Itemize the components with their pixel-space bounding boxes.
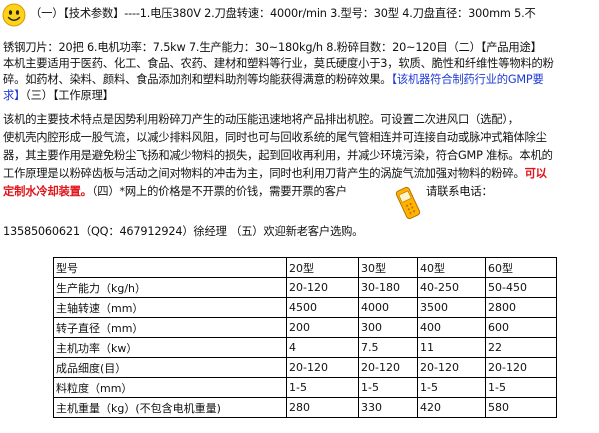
table-cell: 20-120 (485, 357, 557, 378)
custom-cooling-note-end: 定制水冷却装置。 (3, 185, 92, 198)
table-cell: 600 (485, 317, 557, 338)
table-cell: 30-180 (358, 277, 418, 298)
table-row: 料粒度（mm） 1-5 1-5 1-5 1-5 (53, 377, 557, 398)
table-row: 主机功率（kw） 4 7.5 11 22 (53, 337, 557, 358)
table-cell: 1-5 (485, 377, 557, 398)
table-cell: 400 (417, 317, 486, 338)
table-cell: 1-5 (417, 377, 486, 398)
principle-heading: （三）【工作原理】 (25, 89, 114, 102)
table-cell: 50-450 (485, 277, 557, 298)
gmp-note-end: 求】 (3, 89, 26, 102)
table-cell: 280 (286, 397, 359, 418)
table-cell: 生产能力（kg/h） (53, 277, 287, 298)
table-cell: 4000 (358, 297, 418, 318)
table-cell: 料粒度（mm） (53, 377, 287, 398)
table-cell: 580 (485, 397, 557, 418)
principle-line-3: 器，其主要作用是避免粉尘飞扬和减少物料的损失，起到回收再利用，并减少环境污染，符… (3, 149, 553, 162)
price-note: （四）*网上的价格是不开票的价钱，需要开票的客户 (91, 185, 347, 198)
price-note-line: 定制水冷却装置。（四）*网上的价格是不开票的价钱，需要开票的客户 (3, 184, 347, 200)
table-cell: 20-120 (286, 277, 359, 298)
table-cell: 1-5 (286, 377, 359, 398)
table-cell: 1-5 (358, 377, 418, 398)
table-cell: 7.5 (358, 337, 418, 358)
table-row: 主轴转速（mm） 4500 4000 3500 2800 (53, 297, 557, 318)
principle-text: 工作原理是以粉碎齿板与活动之间对物料的冲击为主，同时也利用刀背产生的涡旋气流加强… (3, 167, 525, 180)
table-cell: 20-120 (358, 357, 418, 378)
table-cell: 20-120 (417, 357, 486, 378)
table-header-cell: 60型 (485, 257, 557, 278)
table-row: 成品细度(目） 20-120 20-120 20-120 20-120 (53, 357, 557, 378)
table-cell: 4500 (286, 297, 359, 318)
table-header-cell: 40型 (417, 257, 486, 278)
table-cell: 主机重量（kg）(不包含电机重量) (53, 397, 287, 418)
table-header-cell: 30型 (358, 257, 418, 278)
table-row: 主机重量（kg）(不包含电机重量) 280 330 420 580 (53, 397, 557, 418)
principle-line-4: 工作原理是以粉碎齿板与活动之间对物料的冲击为主，同时也利用刀背产生的涡旋气流加强… (3, 166, 547, 182)
table-cell: 420 (417, 397, 486, 418)
table-cell: 300 (358, 317, 418, 338)
table-cell: 成品细度(目） (53, 357, 287, 378)
spec-line-2: 锈钢刀片：20把 6.电机功率：7.5kw 7.生产能力：30~180kg/h … (3, 41, 542, 54)
spec-line-1: （一）【技术参数】----1.电压380V 2.刀盘转速：4000r/min 3… (30, 7, 536, 20)
table-header-cell: 20型 (286, 257, 359, 278)
table-header-cell: 型号 (53, 257, 287, 278)
table-cell: 330 (358, 397, 418, 418)
usage-text: 碎。如药材、染料、颜料、食品添加剂和塑料助剂等均能获得满意的粉碎效果。 (3, 73, 392, 86)
mobile-phone-icon (395, 186, 421, 220)
usage-line-1: 本机主要适用于医药、化工、食品、农药、建材和塑料等行业，莫氏硬度小于3，软质、脆… (3, 57, 554, 70)
table-cell: 3500 (417, 297, 486, 318)
contact-label: 请联系电话： (426, 185, 493, 198)
principle-line-1: 该机的主要技术特点是因势利用粉碎刀产生的动压能迅速地将产品排出机腔。可设置二次进… (3, 113, 519, 126)
table-cell: 主机功率（kw） (53, 337, 287, 358)
table-cell: 40-250 (417, 277, 486, 298)
table-cell: 11 (417, 337, 486, 358)
usage-line-2: 碎。如药材、染料、颜料、食品添加剂和塑料助剂等均能获得满意的粉碎效果。【该机器符… (3, 72, 544, 88)
table-cell: 2800 (485, 297, 557, 318)
table-cell: 20-120 (286, 357, 359, 378)
table-cell: 200 (286, 317, 359, 338)
table-cell: 4 (286, 337, 359, 358)
table-cell: 主轴转速（mm） (53, 297, 287, 318)
gmp-note: 【该机器符合制药行业的GMP要 (391, 73, 544, 86)
table-row: 生产能力（kg/h） 20-120 30-180 40-250 50-450 (53, 277, 557, 298)
table-cell: 转子直径（mm） (53, 317, 287, 338)
section-heading-principle: 求】（三）【工作原理】 (3, 88, 114, 104)
custom-cooling-note: 可以 (524, 167, 547, 180)
table-row: 转子直径（mm） 200 300 400 600 (53, 317, 557, 338)
table-cell: 22 (485, 337, 557, 358)
contact-line: 13585060621（QQ：467912924）徐经理 （五）欢迎新老客户选购… (3, 225, 364, 238)
principle-line-2: 使机壳内腔形成一股气流，以减少排料风阻，同时也可与回收系统的尾气管相连并可连接自… (3, 131, 547, 144)
spec-table: 型号 20型 30型 40型 60型 生产能力（kg/h） 20-120 30-… (53, 257, 557, 418)
smiley-icon (2, 3, 26, 27)
table-header-row: 型号 20型 30型 40型 60型 (53, 257, 557, 278)
